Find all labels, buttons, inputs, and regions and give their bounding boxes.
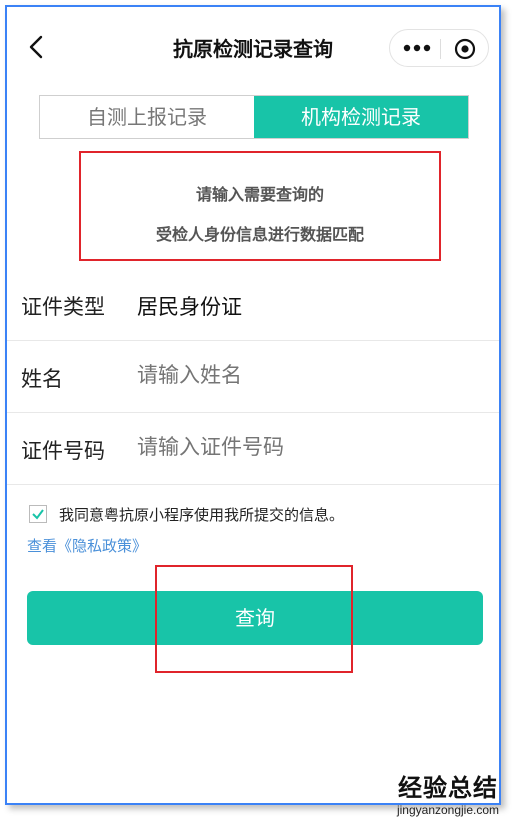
id-type-label: 证件类型 [21,295,105,319]
instruction-notice: 请输入需要查询的 受检人身份信息进行数据匹配 [79,151,441,261]
phone-frame: 抗原检测记录查询 自测上报记录 机构检测记录 请输入需要查询的 受检人身份信息进… [5,5,501,805]
name-label: 姓名 [21,367,63,391]
consent-checkbox[interactable] [29,505,47,523]
notice-line-1: 请输入需要查询的 [195,185,324,204]
notice-line-2: 受检人身份信息进行数据匹配 [155,225,364,244]
target-icon[interactable] [454,38,476,60]
id-number-label: 证件号码 [21,439,105,463]
capsule-divider [440,39,441,59]
record-tabs: 自测上报记录 机构检测记录 [39,95,469,139]
navbar: 抗原检测记录查询 [7,7,499,85]
annotation-highlight-box [155,565,353,673]
watermark-title: 经验总结 [398,774,498,802]
main-content: 自测上报记录 机构检测记录 请输入需要查询的 受检人身份信息进行数据匹配 证件类… [7,85,499,803]
more-dots-icon[interactable] [402,39,432,57]
id-type-row[interactable]: 证件类型 居民身份证 [7,269,499,341]
id-number-row: 证件号码 [7,413,499,485]
name-input[interactable] [137,363,437,387]
id-number-input[interactable] [137,435,437,459]
name-row: 姓名 [7,341,499,413]
consent-text: 我同意粤抗原小程序使用我所提交的信息。 [59,506,345,524]
check-icon [32,509,44,520]
consent-row: 我同意粤抗原小程序使用我所提交的信息。 [29,503,489,527]
mini-program-capsule [389,29,489,67]
tab-institution[interactable]: 机构检测记录 [254,96,468,138]
watermark-url: jingyanzongjie.com [396,803,500,817]
tab-self-report[interactable]: 自测上报记录 [40,96,254,138]
privacy-policy-link[interactable]: 查看《隐私政策》 [27,535,147,556]
watermark: 经验总结 jingyanzongjie.com [378,768,518,826]
id-type-value[interactable]: 居民身份证 [137,291,242,321]
